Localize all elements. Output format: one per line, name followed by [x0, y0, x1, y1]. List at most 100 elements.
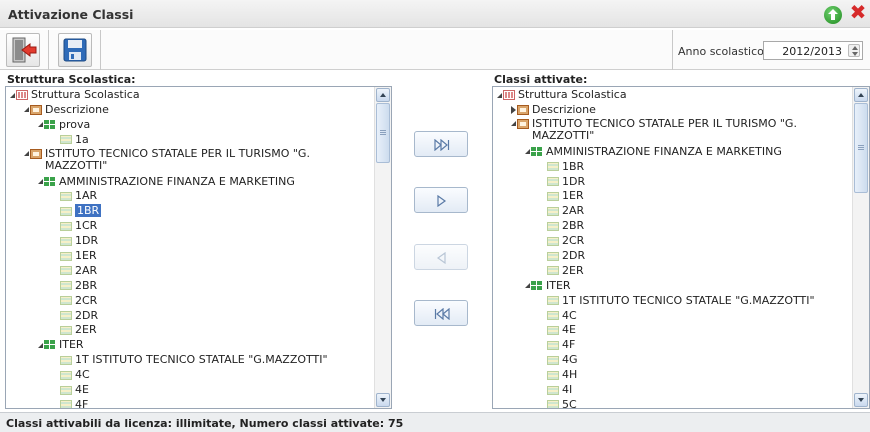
expanded-arrow-icon[interactable] — [24, 107, 29, 113]
tree-node[interactable]: 2AR — [493, 204, 852, 219]
scroll-up-icon[interactable] — [854, 88, 868, 102]
tree-node[interactable]: Struttura Scolastica — [6, 88, 374, 103]
move-all-left-button[interactable] — [414, 300, 468, 326]
school-icon — [503, 90, 515, 100]
expanded-arrow-icon[interactable] — [511, 121, 516, 127]
tree-node[interactable]: 4E — [6, 383, 374, 398]
tree-node[interactable]: 2ER — [6, 323, 374, 338]
tree-node-label: 5C — [562, 397, 577, 409]
close-icon[interactable]: ✖ — [848, 2, 868, 22]
tree-node[interactable]: 1CR — [6, 219, 374, 234]
tree-node[interactable]: Struttura Scolastica — [493, 88, 852, 103]
tree-node-label: Struttura Scolastica — [31, 88, 140, 101]
scroll-up-icon[interactable] — [376, 88, 390, 102]
tree-node[interactable]: ITER — [6, 338, 374, 353]
expanded-arrow-icon[interactable] — [525, 149, 530, 155]
tree-node[interactable]: 2CR — [6, 294, 374, 309]
scroll-down-icon[interactable] — [376, 393, 390, 407]
tree-node[interactable]: 4F — [493, 338, 852, 353]
tree-node-label: Struttura Scolastica — [518, 88, 627, 101]
exit-button[interactable] — [6, 33, 40, 67]
class-icon — [547, 251, 559, 261]
tree-node[interactable]: 4C — [493, 309, 852, 324]
expanded-arrow-icon[interactable] — [497, 92, 502, 98]
move-all-right-button[interactable] — [414, 131, 468, 157]
tree-node[interactable]: AMMINISTRAZIONE FINANZA E MARKETING — [493, 145, 852, 160]
struttura-scolastica-tree[interactable]: Struttura Scolastica Descrizione prova 1a IS… — [5, 86, 392, 409]
expanded-arrow-icon[interactable] — [10, 92, 15, 98]
tree-node[interactable]: 4C — [6, 368, 374, 383]
tree-node[interactable]: 2AR — [6, 264, 374, 279]
tree-node[interactable]: 1AR — [6, 189, 374, 204]
tree-node[interactable]: 1a — [6, 133, 374, 148]
class-icon — [547, 325, 559, 335]
scrollbar-thumb[interactable] — [854, 103, 868, 193]
tree-node-label: 2AR — [562, 204, 585, 218]
expanded-arrow-icon[interactable] — [525, 283, 530, 289]
vertical-scrollbar[interactable] — [852, 87, 869, 408]
tree-node[interactable]: 1DR — [493, 175, 852, 190]
tree-node[interactable]: 2DR — [6, 309, 374, 324]
scroll-down-icon[interactable] — [854, 393, 868, 407]
tree-node[interactable]: ISTITUTO TECNICO STATALE PER IL TURISMO … — [493, 117, 852, 145]
expanded-arrow-icon[interactable] — [38, 179, 43, 185]
tree-node[interactable]: 2CR — [493, 234, 852, 249]
tree-node[interactable]: 2BR — [493, 219, 852, 234]
scrollbar-thumb[interactable] — [376, 103, 390, 163]
tree-node-label: 2DR — [562, 249, 586, 263]
anno-scolastico-spinner[interactable]: 2012/2013 — [763, 41, 863, 60]
tree-node[interactable]: 4I — [493, 383, 852, 398]
tree-node[interactable]: 1T ISTITUTO TECNICO STATALE "G.MAZZOTTI" — [493, 294, 852, 309]
expanded-arrow-icon[interactable] — [38, 122, 43, 128]
move-right-button[interactable] — [414, 187, 468, 213]
vertical-scrollbar[interactable] — [374, 87, 391, 408]
expanded-arrow-icon[interactable] — [24, 151, 29, 157]
refresh-icon[interactable] — [824, 6, 842, 24]
tree-node[interactable]: ISTITUTO TECNICO STATALE PER IL TURISMO … — [6, 147, 374, 175]
tree-node[interactable]: 1ER — [6, 249, 374, 264]
tree-node[interactable]: ITER — [493, 279, 852, 294]
collapsed-arrow-icon[interactable] — [511, 105, 516, 114]
tree-node[interactable]: prova — [6, 118, 374, 133]
tree-node[interactable]: 2ER — [493, 264, 852, 279]
tree-node[interactable]: 1T ISTITUTO TECNICO STATALE "G.MAZZOTTI" — [6, 353, 374, 368]
building-icon — [30, 104, 42, 115]
tree-node[interactable]: AMMINISTRAZIONE FINANZA E MARKETING — [6, 175, 374, 190]
tree-node[interactable]: Descrizione — [493, 103, 852, 118]
tree-node[interactable]: 1ER — [493, 189, 852, 204]
save-button[interactable] — [58, 33, 92, 67]
right-panel-title: Classi attivate: — [494, 73, 588, 86]
tree-node-label: 1AR — [75, 189, 98, 203]
class-icon — [547, 236, 559, 246]
tree-node[interactable]: 4E — [493, 323, 852, 338]
tree-node[interactable]: 4F — [6, 398, 374, 408]
move-left-button[interactable] — [414, 244, 468, 270]
tree-node[interactable]: 1BR — [493, 160, 852, 175]
tree-node-label: ITER — [59, 338, 84, 352]
tree-node[interactable]: 2DR — [493, 249, 852, 264]
tree-node[interactable]: 5C — [493, 397, 852, 409]
class-icon — [547, 370, 559, 380]
class-icon — [60, 266, 72, 276]
tree-node[interactable]: 1BR — [6, 204, 374, 219]
tree-node[interactable]: Descrizione — [6, 103, 374, 118]
tree-node[interactable]: 2BR — [6, 279, 374, 294]
tree-node[interactable]: 4G — [493, 353, 852, 368]
classi-attivate-tree[interactable]: Struttura Scolastica Descrizione ISTITUTO … — [492, 86, 870, 409]
spinner-arrows-icon[interactable] — [848, 44, 860, 57]
expanded-arrow-icon[interactable] — [38, 342, 43, 348]
tree-node[interactable]: 1DR — [6, 234, 374, 249]
tree-node[interactable]: 4H — [493, 368, 852, 383]
tree-node-label: AMMINISTRAZIONE FINANZA E MARKETING — [546, 144, 782, 158]
